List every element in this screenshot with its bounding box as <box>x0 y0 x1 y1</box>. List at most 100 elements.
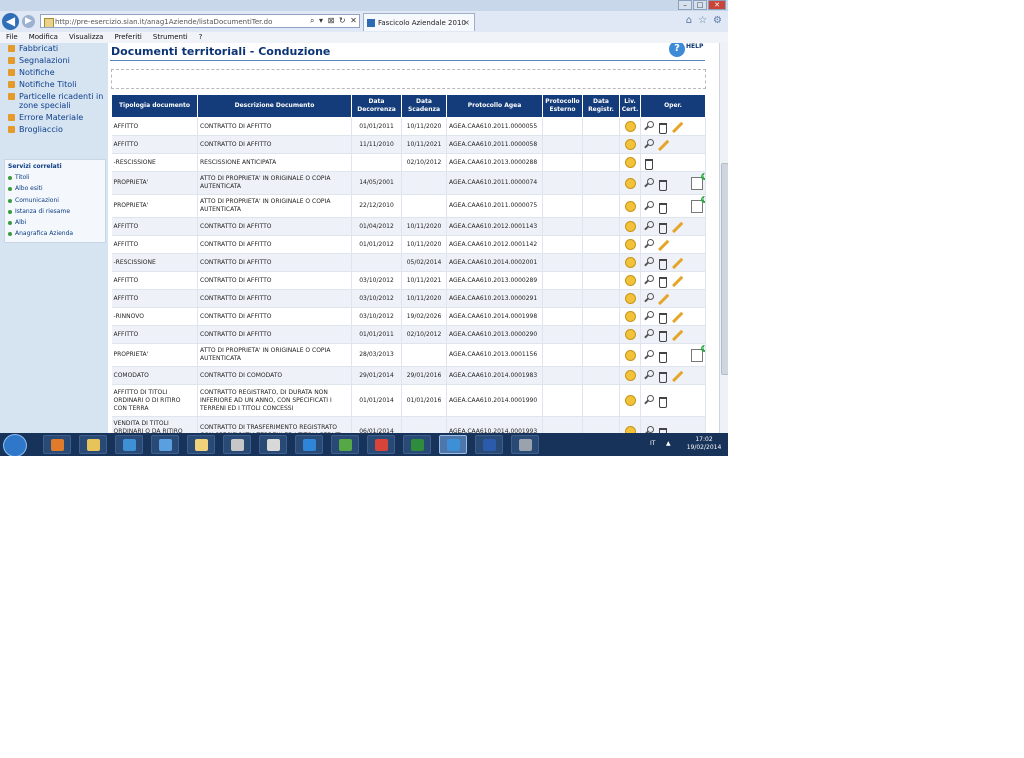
delete-icon[interactable] <box>643 157 654 170</box>
view-detail-icon[interactable] <box>643 177 654 189</box>
delete-icon[interactable] <box>657 121 668 134</box>
service-link-anagrafica[interactable]: Anagrafica Azienda <box>5 228 105 239</box>
sidebar-item-fabbricati[interactable]: Fabbricati <box>0 44 108 53</box>
view-detail-icon[interactable] <box>643 221 654 232</box>
delete-icon[interactable] <box>657 221 668 234</box>
edit-icon[interactable] <box>657 239 668 250</box>
start-button-icon[interactable] <box>3 434 27 456</box>
edit-icon[interactable] <box>671 221 682 232</box>
service-link-istanza-riesame[interactable]: Istanza di riesame <box>5 206 105 217</box>
menu-preferiti[interactable]: Preferiti <box>108 32 146 43</box>
delete-icon[interactable] <box>657 178 668 191</box>
taskbar-settings-button[interactable] <box>223 435 251 454</box>
view-detail-icon[interactable] <box>643 293 654 304</box>
sidebar-item-particelle[interactable]: Particelle ricadenti in zone speciali <box>0 92 108 110</box>
close-window-button[interactable]: ✕ <box>708 0 726 10</box>
taskbar-app-blue-button[interactable] <box>151 435 179 454</box>
clock[interactable]: 17:02 19/02/2014 <box>683 436 725 452</box>
sidebar-item-notifiche-titoli[interactable]: Notifiche Titoli <box>0 80 108 89</box>
delete-icon[interactable] <box>657 350 668 363</box>
col-header-descrizione[interactable]: Descrizione Documento <box>197 94 352 118</box>
scrollbar-thumb[interactable] <box>721 163 728 375</box>
col-header-tipologia[interactable]: Tipologia documento <box>111 94 198 118</box>
taskbar-ie-browser-button[interactable] <box>115 435 143 454</box>
view-detail-icon[interactable] <box>643 395 654 406</box>
menu-help[interactable]: ? <box>193 32 208 43</box>
view-detail-icon[interactable] <box>643 239 654 250</box>
col-header-protocollo-esterno[interactable]: Protocollo Esterno <box>542 94 583 118</box>
view-detail-icon[interactable] <box>643 121 654 132</box>
taskbar-ie-browser-2-button[interactable] <box>295 435 323 454</box>
sidebar-item-errore-materiale[interactable]: Errore Materiale <box>0 113 108 122</box>
settings-gear-icon[interactable]: ⚙ <box>713 15 722 26</box>
sidebar-item-segnalazioni[interactable]: Segnalazioni <box>0 56 108 65</box>
menu-strumenti[interactable]: Strumenti <box>147 32 193 43</box>
delete-icon[interactable] <box>657 275 668 288</box>
delete-icon[interactable] <box>657 311 668 324</box>
taskbar-word-button[interactable] <box>475 435 503 454</box>
edit-icon[interactable] <box>657 139 668 150</box>
view-detail-icon[interactable] <box>643 257 654 268</box>
address-tools[interactable]: ⌕ ▾ ⊠ ↻ ✕ <box>310 14 358 28</box>
delete-icon[interactable] <box>657 426 668 433</box>
edit-icon[interactable] <box>671 311 682 322</box>
view-detail-icon[interactable] <box>643 311 654 322</box>
menu-visualizza[interactable]: Visualizza <box>63 32 108 43</box>
menu-file[interactable]: File <box>0 32 23 43</box>
add-document-icon[interactable] <box>691 195 705 213</box>
service-link-albi[interactable]: Albi <box>5 217 105 228</box>
taskbar-ie-active-button[interactable] <box>439 435 467 454</box>
edit-icon[interactable] <box>657 293 668 304</box>
delete-icon[interactable] <box>657 329 668 342</box>
delete-icon[interactable] <box>657 370 668 383</box>
view-detail-icon[interactable] <box>643 329 654 340</box>
vertical-scrollbar[interactable] <box>719 43 728 433</box>
col-header-scadenza[interactable]: Data Scadenza <box>401 94 447 118</box>
favorites-star-icon[interactable]: ☆ <box>698 15 707 26</box>
forward-button[interactable]: ▶ <box>22 15 35 28</box>
help-icon[interactable]: ? <box>669 43 685 57</box>
add-document-icon[interactable] <box>691 172 705 190</box>
taskbar-excel-button[interactable] <box>403 435 431 454</box>
taskbar-tools-button[interactable] <box>259 435 287 454</box>
view-detail-icon[interactable] <box>643 139 654 150</box>
col-header-decorrenza[interactable]: Data Decorrenza <box>351 94 402 118</box>
taskbar-app-other-button[interactable] <box>511 435 539 454</box>
edit-icon[interactable] <box>671 275 682 286</box>
taskbar-explorer-button[interactable] <box>79 435 107 454</box>
service-link-titoli[interactable]: Titoli <box>5 172 105 183</box>
help-label[interactable]: HELP <box>686 43 703 50</box>
view-detail-icon[interactable] <box>643 275 654 286</box>
home-icon[interactable]: ⌂ <box>686 15 692 26</box>
menu-modifica[interactable]: Modifica <box>23 32 63 43</box>
delete-icon[interactable] <box>657 257 668 270</box>
col-header-data-registr[interactable]: Data Registr. <box>582 94 620 118</box>
edit-icon[interactable] <box>671 329 682 340</box>
service-link-comunicazioni[interactable]: Comunicazioni <box>5 195 105 206</box>
view-detail-icon[interactable] <box>643 426 654 433</box>
view-detail-icon[interactable] <box>643 370 654 381</box>
delete-icon[interactable] <box>657 395 668 408</box>
taskbar-app-green-button[interactable] <box>331 435 359 454</box>
service-link-albo-esiti[interactable]: Albo esiti <box>5 183 105 194</box>
edit-icon[interactable] <box>671 257 682 268</box>
tray-expand-icon[interactable]: ▲ <box>666 440 671 447</box>
view-detail-icon[interactable] <box>643 349 654 361</box>
back-button[interactable]: ◀ <box>2 13 19 30</box>
tab-close-icon[interactable]: × <box>463 14 470 32</box>
edit-icon[interactable] <box>671 370 682 381</box>
language-indicator[interactable]: IT <box>650 440 655 447</box>
add-document-icon[interactable] <box>691 344 705 362</box>
maximize-button[interactable]: □ <box>693 0 707 10</box>
sidebar-item-brogliaccio[interactable]: Brogliaccio <box>0 125 108 134</box>
delete-icon[interactable] <box>657 201 668 214</box>
minimize-button[interactable]: – <box>678 0 692 10</box>
edit-icon[interactable] <box>671 121 682 132</box>
sidebar-item-notifiche[interactable]: Notifiche <box>0 68 108 77</box>
taskbar-mail-button[interactable] <box>187 435 215 454</box>
col-header-protocollo-agea[interactable]: Protocollo Agea <box>446 94 543 118</box>
browser-tab[interactable]: Fascicolo Aziendale 2010 × <box>363 13 475 31</box>
taskbar-media-player-button[interactable] <box>43 435 71 454</box>
view-detail-icon[interactable] <box>643 200 654 212</box>
taskbar-chrome-button[interactable] <box>367 435 395 454</box>
